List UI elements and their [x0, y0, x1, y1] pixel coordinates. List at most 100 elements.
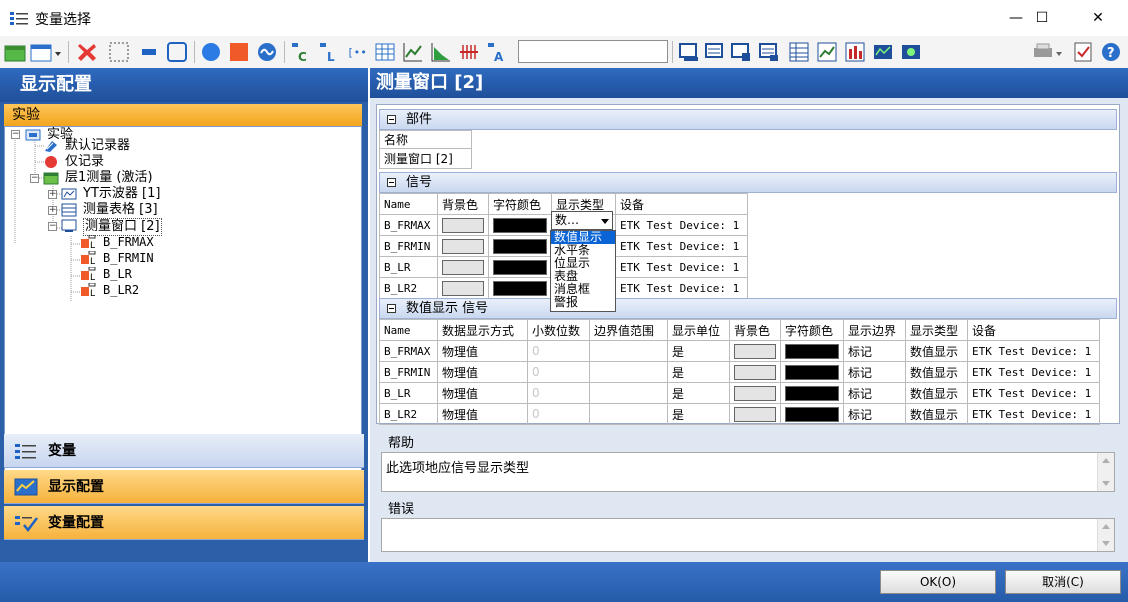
column-header: Name: [379, 193, 438, 215]
signal-icon: L: [81, 267, 96, 281]
area-chart-icon[interactable]: [430, 41, 452, 63]
table-window-icon: [61, 203, 77, 217]
variable-config-icon: [15, 516, 38, 533]
chevron-down-icon[interactable]: [601, 219, 609, 224]
bg-color-swatch[interactable]: [734, 385, 776, 401]
component-name-cell[interactable]: 测量窗口 [2]: [379, 148, 472, 169]
bar-icon[interactable]: [138, 41, 160, 63]
help-scrollbar[interactable]: [1097, 453, 1114, 491]
section-components[interactable]: 部件: [379, 109, 1117, 130]
tree-expand-toggle[interactable]: +: [48, 206, 57, 215]
signal-a-icon[interactable]: A: [486, 41, 508, 63]
display-type-select[interactable]: 数…: [551, 211, 613, 230]
table-row[interactable]: B_LR 物理值 0 是 标记 数值显示 ETK Test Device: 1: [379, 382, 1100, 404]
svg-text:?: ?: [1107, 46, 1115, 61]
ok-button[interactable]: OK(O): [880, 570, 996, 594]
help-text-box[interactable]: 此选项地应信号显示类型: [381, 452, 1115, 492]
display-config-icon: [14, 478, 38, 496]
section-signals[interactable]: 信号: [379, 172, 1117, 193]
collapse-icon[interactable]: [387, 178, 396, 187]
help-label: 帮助: [388, 436, 415, 451]
error-text-box[interactable]: [381, 518, 1115, 552]
bg-color-swatch[interactable]: [734, 364, 776, 380]
numeric-display-table: Name 数据显示方式 小数位数 边界值范围 显示单位 背景色 字符颜色 显示边…: [379, 319, 1100, 425]
svg-text:C: C: [298, 50, 307, 63]
fg-color-swatch[interactable]: [493, 280, 547, 296]
table-row[interactable]: B_LR2 物理值 0 是 标记 数值显示 ETK Test Device: 1: [379, 403, 1100, 425]
dropdown-option[interactable]: 警报: [551, 296, 615, 309]
close-button[interactable]: ✕: [1075, 0, 1121, 36]
tree-collapse-toggle[interactable]: −: [48, 222, 57, 231]
column-header: 设备: [615, 193, 748, 215]
table-row[interactable]: B_FRMIN 物理值 0 是 标记 数值显示 ETK Test Device:…: [379, 361, 1100, 383]
fg-color-swatch[interactable]: [785, 385, 839, 401]
checklist-icon[interactable]: [1072, 41, 1094, 63]
error-scrollbar[interactable]: [1097, 519, 1114, 551]
signal-c-icon[interactable]: C: [290, 41, 312, 63]
chart-view-icon[interactable]: [816, 41, 838, 63]
fg-color-swatch[interactable]: [785, 343, 839, 359]
column-header: 显示类型: [905, 319, 968, 341]
nav-variable-config-button[interactable]: 变量配置: [4, 506, 364, 540]
recorder-icon: [45, 141, 57, 152]
window-dropdown-icon[interactable]: [30, 41, 62, 63]
svg-text:L: L: [327, 50, 335, 63]
bg-color-swatch[interactable]: [734, 343, 776, 359]
toolbar-search-input[interactable]: [518, 40, 668, 63]
layout-window-icon-1[interactable]: [678, 41, 700, 63]
scope-view-icon[interactable]: [872, 41, 894, 63]
add-window-icon[interactable]: [4, 41, 26, 63]
collapse-icon[interactable]: [387, 115, 396, 124]
help-icon[interactable]: ?: [1100, 41, 1122, 63]
table-view-icon[interactable]: [788, 41, 810, 63]
layout-window-icon-2[interactable]: [704, 41, 726, 63]
tree-collapse-toggle[interactable]: −: [11, 130, 20, 139]
line-chart-icon[interactable]: [402, 41, 424, 63]
select-rect-icon[interactable]: [108, 41, 130, 63]
nav-variables-button[interactable]: 变量: [4, 434, 364, 468]
blue-circle-icon[interactable]: [200, 41, 222, 63]
fg-color-swatch[interactable]: [493, 259, 547, 275]
bg-color-swatch[interactable]: [442, 238, 484, 254]
fg-color-swatch[interactable]: [493, 238, 547, 254]
tree-expand-toggle[interactable]: +: [48, 190, 57, 199]
rounded-rect-icon[interactable]: [166, 41, 188, 63]
bg-color-swatch[interactable]: [734, 406, 776, 422]
nav-display-config-button[interactable]: 显示配置: [4, 470, 364, 504]
bar-view-icon[interactable]: [844, 41, 866, 63]
tree-collapse-toggle[interactable]: −: [30, 174, 39, 183]
property-grid: 部件 名称 测量窗口 [2] 信号 Name 背景色 字符颜色 显示类型 设备 …: [376, 104, 1120, 425]
table-row[interactable]: B_FRMAX 物理值 0 是 标记 数值显示 ETK Test Device:…: [379, 340, 1100, 362]
right-panel-title: 测量窗口 [2]: [370, 68, 1128, 98]
fg-color-swatch[interactable]: [493, 217, 547, 233]
svg-text:[••]: [••]: [347, 46, 368, 59]
bg-color-swatch[interactable]: [442, 217, 484, 233]
print-icon[interactable]: [1032, 41, 1064, 63]
layout-window-icon-3[interactable]: [730, 41, 752, 63]
bars-icon[interactable]: [458, 41, 480, 63]
collapse-icon[interactable]: [387, 304, 396, 313]
svg-text:L: L: [90, 241, 95, 249]
measure-window-icon: [61, 219, 77, 232]
fg-color-swatch[interactable]: [785, 364, 839, 380]
fg-color-swatch[interactable]: [785, 406, 839, 422]
gauge-view-icon[interactable]: [900, 41, 922, 63]
layout-window-icon-4[interactable]: [758, 41, 780, 63]
column-header: 字符颜色: [488, 193, 552, 215]
bg-color-swatch[interactable]: [442, 259, 484, 275]
toolbar: C L [••] A ?: [0, 36, 1128, 68]
table-icon[interactable]: [374, 41, 396, 63]
signal-circle-icon[interactable]: [256, 41, 278, 63]
record-only-icon: [45, 156, 57, 168]
bg-color-swatch[interactable]: [442, 280, 484, 296]
delete-icon[interactable]: [76, 41, 98, 63]
signal-icon: L: [81, 251, 96, 265]
section-numeric-display[interactable]: 数值显示 信号: [379, 298, 1117, 319]
bracket-icon[interactable]: [••]: [346, 41, 368, 63]
layer-icon: [43, 172, 59, 185]
cancel-button[interactable]: 取消(C): [1005, 570, 1121, 594]
column-header: 边界值范围: [589, 319, 668, 341]
signal-l-icon[interactable]: L: [318, 41, 340, 63]
red-square-icon[interactable]: [228, 41, 250, 63]
maximize-button[interactable]: ☐: [1019, 0, 1065, 36]
